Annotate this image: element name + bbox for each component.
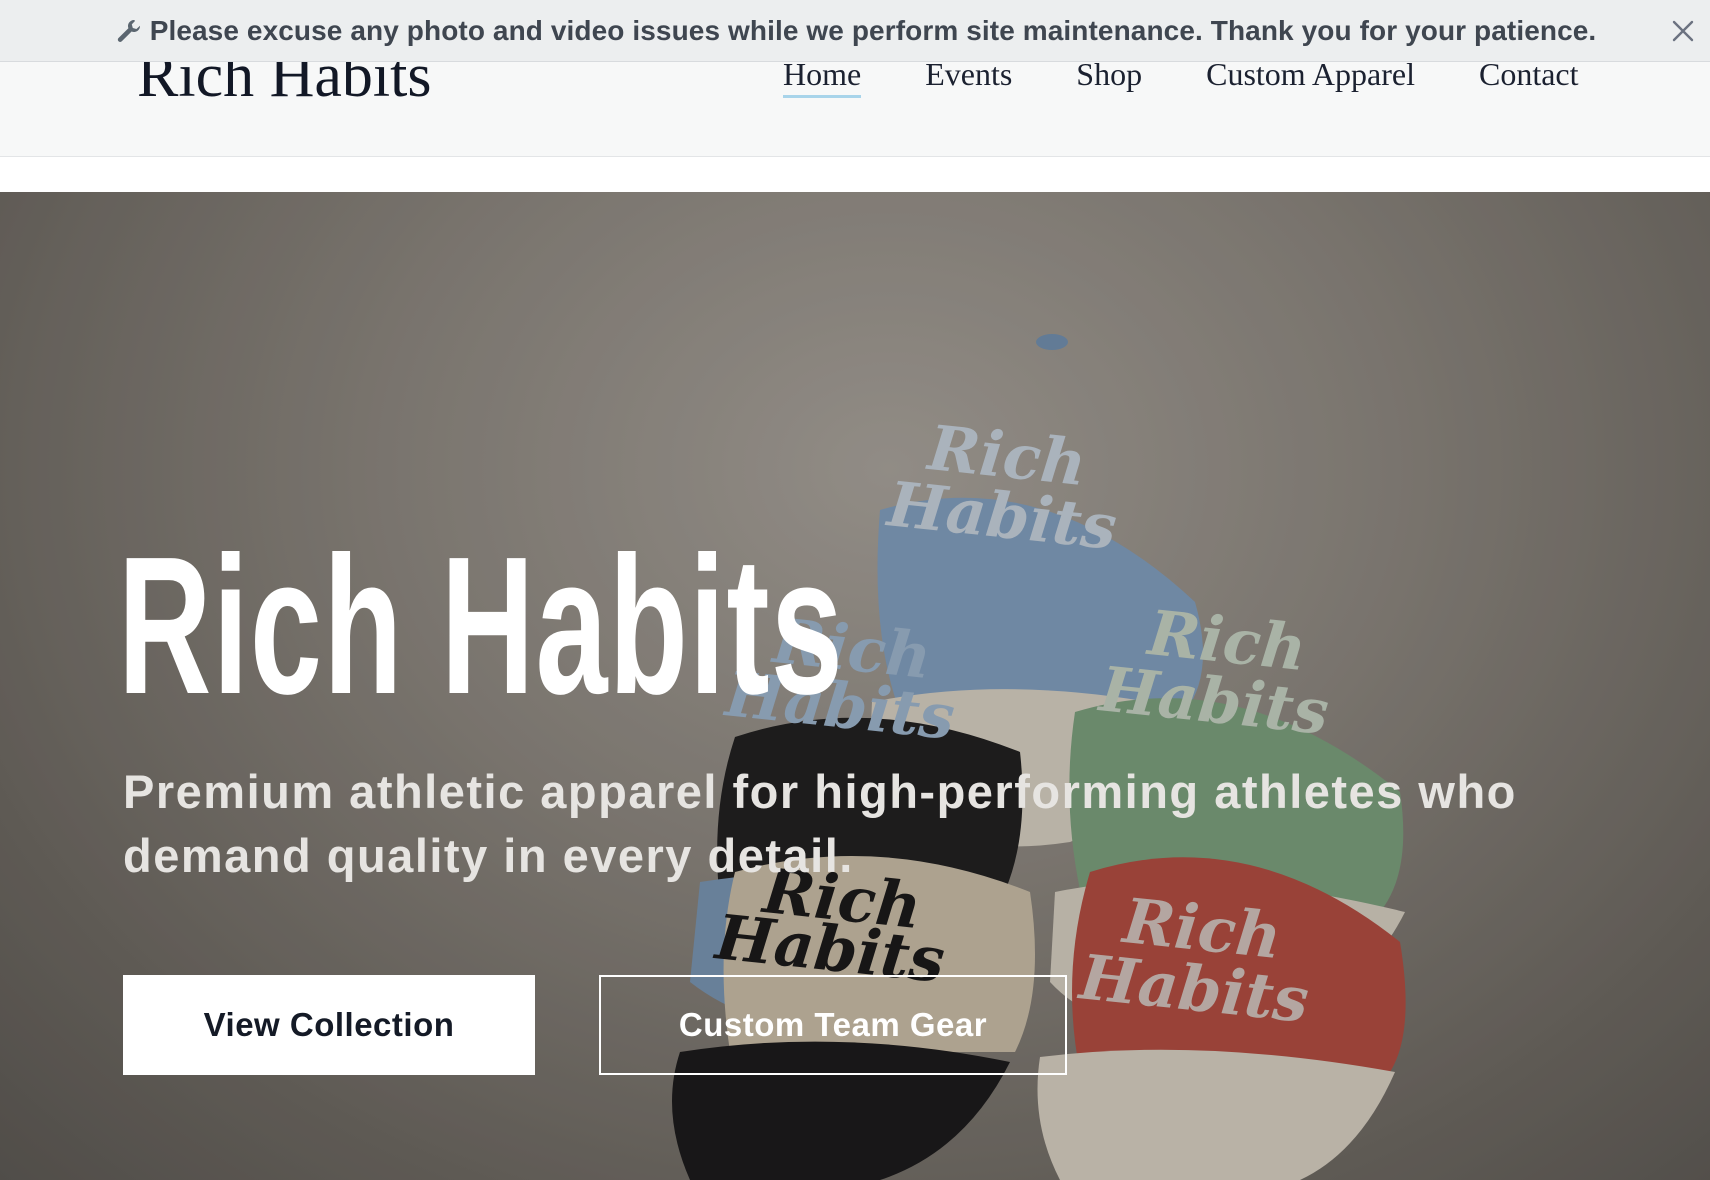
view-collection-button[interactable]: View Collection — [123, 975, 535, 1075]
banner-message: Please excuse any photo and video issues… — [149, 14, 1597, 46]
close-icon[interactable] — [1666, 14, 1700, 48]
hero-section: Rich Habits Rich Habits Rich Habits Rich… — [0, 192, 1710, 1180]
hero-title: Rich Habits — [118, 516, 845, 735]
maintenance-banner: Please excuse any photo and video issues… — [0, 0, 1710, 62]
hero-subtitle: Premium athletic apparel for high-perfor… — [123, 765, 1517, 882]
wrench-icon — [114, 16, 144, 46]
header-spacer — [0, 158, 1710, 192]
site-header: Rich Habits Home Events Shop Custom Appa… — [0, 45, 1710, 157]
custom-team-gear-button[interactable]: Custom Team Gear — [599, 975, 1067, 1075]
banner-content: Please excuse any photo and video issues… — [114, 15, 1597, 47]
